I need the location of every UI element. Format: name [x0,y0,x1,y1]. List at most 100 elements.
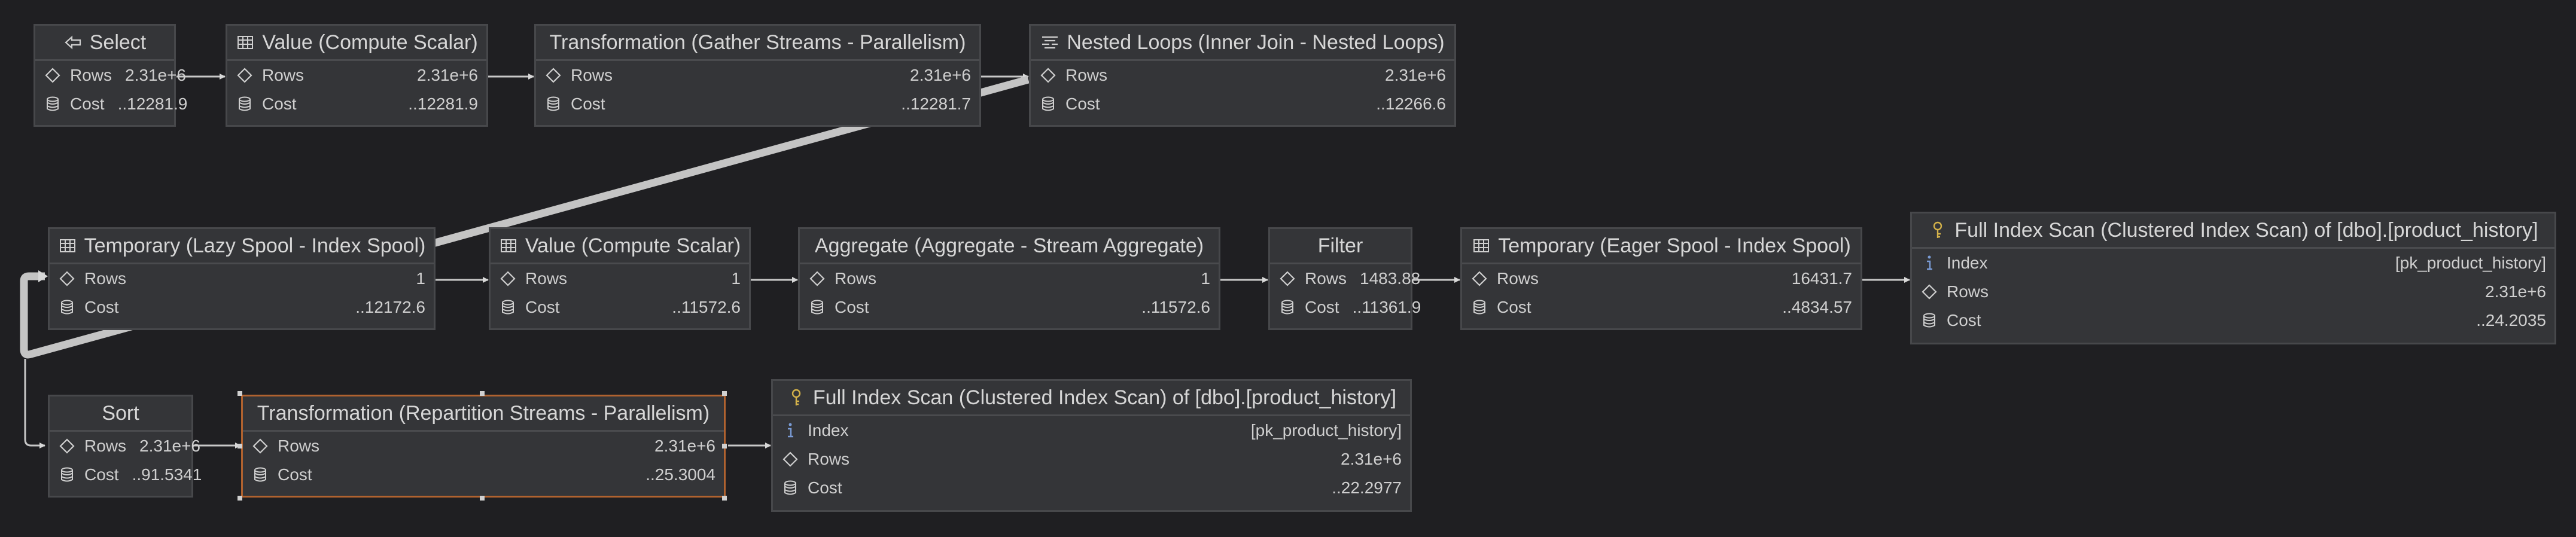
cost-icon [544,95,562,113]
node-title: Temporary (Eager Spool - Index Spool) [1498,234,1851,257]
rows-stat: Rows 1 [50,264,434,293]
plan-node-sort[interactable]: Sort Rows 2.31e+6 Cost ..91.5341 [48,395,202,498]
cost-icon [58,466,76,484]
nested-loops-icon [1040,33,1059,52]
resize-handle[interactable] [237,444,242,448]
table-icon [58,236,77,255]
rows-icon [58,270,76,288]
cost-stat: Cost ..11572.6 [491,293,749,322]
resize-handle[interactable] [237,391,242,396]
cost-icon [808,298,826,316]
cost-icon [781,479,799,497]
rows-icon [1920,283,1938,301]
cost-icon [1920,312,1938,329]
node-title: Transformation (Repartition Streams - Pa… [257,401,710,425]
cost-stat: Cost ..12281.9 [35,90,187,118]
rows-stat: Rows 2.31e+6 [1912,277,2554,306]
rows-stat: Rows 2.31e+6 [773,445,1410,474]
cost-stat: Cost ..25.3004 [243,460,724,489]
cost-icon [236,95,254,113]
resize-handle[interactable] [722,391,727,396]
rows-stat: Rows 16431.7 [1462,264,1861,293]
rows-icon [58,437,76,455]
rows-icon [44,66,62,84]
cost-icon [1278,298,1296,316]
cost-icon [58,298,76,316]
cost-stat: Cost ..11361.9 [1270,293,1421,322]
plan-node-nested-loops[interactable]: Nested Loops (Inner Join - Nested Loops)… [1029,24,1456,127]
node-title: Value (Compute Scalar) [525,234,741,257]
node-title: Full Index Scan (Clustered Index Scan) o… [812,386,1397,409]
node-title: Sort [102,401,139,425]
cost-icon [44,95,62,113]
connector-nested-sort [24,359,45,448]
table-icon [1472,236,1491,255]
index-stat: Index [pk_product_history] [1912,249,2554,277]
plan-node-filter[interactable]: Filter Rows 1483.88 Cost ..11361.9 [1268,227,1421,330]
node-title: Select [89,30,147,54]
rows-icon [499,270,517,288]
plan-node-value-compute-scalar[interactable]: Value (Compute Scalar) Rows 2.31e+6 Cost.… [226,24,488,127]
rows-icon [1470,270,1488,288]
cost-stat: Cost ..91.5341 [50,460,202,489]
resize-handle[interactable] [722,496,727,501]
info-icon [1920,254,1938,272]
cost-stat: Cost ..12281.9 [227,90,486,118]
rows-stat: Rows 1 [491,264,749,293]
rows-stat: Rows 2.31e+6 [243,432,724,460]
rows-stat: Rows 1 [800,264,1219,293]
rows-stat: Rows 2.31e+6 [1031,61,1454,90]
rows-icon [781,450,799,468]
rows-icon [544,66,562,84]
node-title: Transformation (Gather Streams - Paralle… [549,30,966,54]
plan-node-eager-spool[interactable]: Temporary (Eager Spool - Index Spool) Ro… [1460,227,1862,330]
cost-stat: Cost ..12172.6 [50,293,434,322]
cost-stat: Cost ..12281.7 [536,90,979,118]
resize-handle[interactable] [480,391,485,396]
plan-node-clustered-index-scan-1[interactable]: Full Index Scan (Clustered Index Scan) o… [1910,212,2556,344]
plan-node-stream-aggregate[interactable]: Aggregate (Aggregate - Stream Aggregate)… [798,227,1220,330]
key-icon [787,388,806,407]
node-title: Full Index Scan (Clustered Index Scan) o… [1954,218,2538,242]
cost-stat: Cost ..11572.6 [800,293,1219,322]
rows-icon [251,437,269,455]
cost-icon [251,466,269,484]
plan-node-select[interactable]: Select Rows 2.31e+6 Cost ..12281.9 [34,24,187,127]
rows-stat: Rows 2.31e+6 [227,61,486,90]
node-title: Aggregate (Aggregate - Stream Aggregate) [814,234,1204,257]
cost-icon [1470,298,1488,316]
plan-node-clustered-index-scan-2[interactable]: Full Index Scan (Clustered Index Scan) o… [771,379,1412,512]
plan-node-gather-streams[interactable]: Transformation (Gather Streams - Paralle… [534,24,981,127]
plan-node-repartition-streams[interactable]: Transformation (Repartition Streams - Pa… [241,395,726,498]
rows-stat: Rows 2.31e+6 [35,61,186,90]
resize-handle[interactable] [480,496,485,501]
node-title: Temporary (Lazy Spool - Index Spool) [84,234,426,257]
cost-stat: Cost ..24.2035 [1912,306,2554,335]
node-title: Filter [1317,234,1363,257]
arrow-left-icon [63,33,83,52]
node-title: Value (Compute Scalar) [262,30,478,54]
cost-icon [1039,95,1057,113]
rows-stat: Rows 2.31e+6 [536,61,979,90]
cost-icon [499,298,517,316]
key-icon [1928,221,1947,240]
rows-stat: Rows 1483.88 [1270,264,1420,293]
cost-stat: Cost ..4834.57 [1462,293,1861,322]
rows-icon [1278,270,1296,288]
resize-handle[interactable] [722,444,727,448]
rows-icon [1039,66,1057,84]
resize-handle[interactable] [237,496,242,501]
rows-stat: Rows 2.31e+6 [50,432,200,460]
index-stat: Index [pk_product_history] [773,416,1410,445]
table-icon [499,236,518,255]
cost-stat: Cost ..22.2977 [773,474,1410,502]
plan-node-value-compute-scalar-2[interactable]: Value (Compute Scalar) Rows 1 Cost ..11572… [489,227,751,330]
rows-icon [808,270,826,288]
plan-node-lazy-spool[interactable]: Temporary (Lazy Spool - Index Spool) Row… [48,227,436,330]
table-icon [236,33,255,52]
cost-stat: Cost ..12266.6 [1031,90,1454,118]
info-icon [781,422,799,440]
node-title: Nested Loops (Inner Join - Nested Loops) [1067,30,1445,54]
rows-icon [236,66,254,84]
query-plan-canvas[interactable]: Select Rows 2.31e+6 Cost ..12281.9 Value (… [0,0,2576,537]
